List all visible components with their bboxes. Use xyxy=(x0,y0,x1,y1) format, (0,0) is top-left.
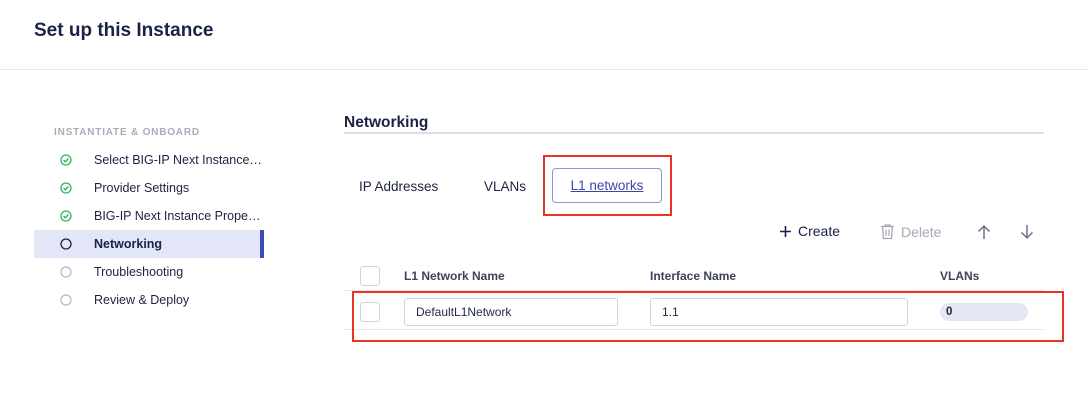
check-circle-icon xyxy=(60,210,72,222)
move-down-button[interactable] xyxy=(1020,224,1034,240)
sidebar-section-label: INSTANTIATE & ONBOARD xyxy=(54,127,200,138)
section-divider xyxy=(344,132,1044,134)
create-button-label: Create xyxy=(798,223,841,239)
sidebar-step-label: Review & Deploy xyxy=(94,293,190,307)
sidebar-step-networking[interactable]: Networking xyxy=(34,230,264,258)
tab-ip-addresses[interactable]: IP Addresses xyxy=(359,179,438,194)
move-up-button[interactable] xyxy=(977,224,991,240)
check-circle-icon xyxy=(60,154,72,166)
current-step-circle-icon xyxy=(60,238,72,250)
arrow-down-icon xyxy=(1020,224,1034,240)
select-all-checkbox[interactable] xyxy=(360,266,380,286)
section-title: Networking xyxy=(344,114,429,131)
highlight-box-tabs xyxy=(543,155,672,216)
page-header: Set up this Instance xyxy=(0,0,1088,70)
create-button[interactable]: Create xyxy=(779,223,840,239)
pending-circle-icon xyxy=(60,294,72,306)
tab-vlans[interactable]: VLANs xyxy=(484,179,526,194)
sidebar-step-review-deploy[interactable]: Review & Deploy xyxy=(34,286,264,314)
sidebar-step-label: Networking xyxy=(94,237,163,251)
trash-icon xyxy=(879,223,896,240)
delete-button-label: Delete xyxy=(901,223,942,240)
plus-icon xyxy=(779,225,792,238)
sidebar-step-label: Select BIG-IP Next Instance Template xyxy=(94,153,264,167)
sidebar-step-instance-properties[interactable]: BIG-IP Next Instance Properties xyxy=(34,202,264,230)
sidebar-step-troubleshooting[interactable]: Troubleshooting xyxy=(34,258,264,286)
sidebar-step-provider-settings[interactable]: Provider Settings xyxy=(34,174,264,202)
sidebar-step-label: Provider Settings xyxy=(94,181,190,195)
highlight-box-row xyxy=(352,291,1064,342)
column-header-interface-name[interactable]: Interface Name xyxy=(650,269,736,283)
sidebar-step-label: BIG-IP Next Instance Properties xyxy=(94,209,264,223)
sidebar-step-label: Troubleshooting xyxy=(94,265,184,279)
arrow-up-icon xyxy=(977,224,991,240)
pending-circle-icon xyxy=(60,266,72,278)
column-header-vlans[interactable]: VLANs xyxy=(940,269,979,283)
delete-button[interactable]: Delete xyxy=(879,223,941,240)
page-title: Set up this Instance xyxy=(34,20,214,41)
column-header-l1-network-name[interactable]: L1 Network Name xyxy=(404,269,505,283)
sidebar-step-select-template[interactable]: Select BIG-IP Next Instance Template xyxy=(34,146,264,174)
check-circle-icon xyxy=(60,182,72,194)
